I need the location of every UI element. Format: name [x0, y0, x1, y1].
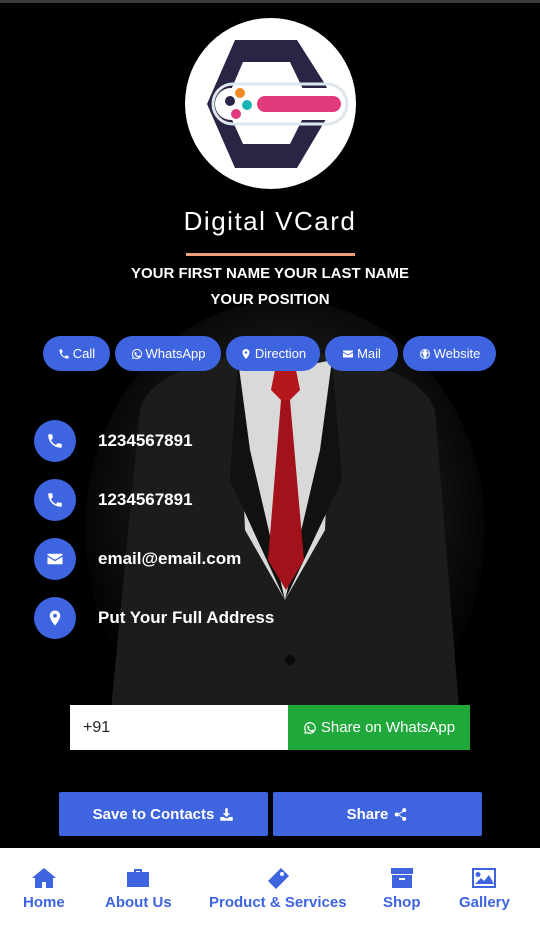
- map-marker-icon: [34, 597, 76, 639]
- mail-label: Mail: [357, 346, 381, 361]
- envelope-icon: [34, 538, 76, 580]
- direction-button[interactable]: Direction: [226, 336, 320, 371]
- nav-gallery-label: Gallery: [459, 894, 510, 911]
- share-on-whatsapp-label: Share on WhatsApp: [320, 719, 456, 736]
- bottom-navigation: Home About Us Product & Services Shop Ga…: [0, 848, 540, 931]
- phone-icon: [59, 349, 69, 358]
- contact-phone-2[interactable]: 1234567891: [34, 479, 193, 521]
- nav-product-services-label: Product & Services: [209, 894, 347, 911]
- website-label: Website: [433, 346, 481, 361]
- nav-home-label: Home: [23, 894, 65, 911]
- save-to-contacts-label: Save to Contacts: [92, 805, 215, 823]
- save-to-contacts-button[interactable]: Save to Contacts: [59, 792, 268, 836]
- contact-email-text: email@email.com: [98, 549, 242, 568]
- nav-about-us-label: About Us: [105, 894, 172, 911]
- mail-button[interactable]: Mail: [325, 336, 398, 371]
- contact-address-text: Put Your Full Address: [98, 608, 275, 627]
- logo: [185, 18, 356, 189]
- nav-gallery[interactable]: Gallery: [459, 866, 510, 911]
- share-alt-icon: [395, 807, 407, 821]
- envelope-icon: [343, 350, 354, 357]
- profile-position: YOUR POSITION: [210, 291, 330, 308]
- whatsapp-icon: [131, 348, 142, 359]
- whatsapp-button[interactable]: WhatsApp: [115, 336, 221, 371]
- direction-label: Direction: [254, 346, 307, 361]
- briefcase-icon: [127, 869, 150, 887]
- contact-phone-1-text: 1234567891: [98, 431, 193, 450]
- phone-icon: [34, 479, 76, 521]
- contact-email[interactable]: email@email.com: [34, 538, 241, 580]
- archive-icon: [390, 868, 413, 888]
- whatsapp-share-form: Share on WhatsApp: [70, 705, 470, 750]
- globe-icon: [419, 348, 430, 359]
- nav-home[interactable]: Home: [23, 866, 65, 911]
- nav-about-us[interactable]: About Us: [105, 866, 172, 911]
- share-on-whatsapp-button[interactable]: Share on WhatsApp: [288, 705, 470, 750]
- action-buttons: Call WhatsApp Direction Mail Website: [43, 336, 496, 372]
- phone-number-input[interactable]: [70, 705, 288, 750]
- nav-shop-label: Shop: [383, 894, 421, 911]
- share-button[interactable]: Share: [273, 792, 482, 836]
- nav-product-services[interactable]: Product & Services: [209, 866, 347, 911]
- contact-address[interactable]: Put Your Full Address: [34, 597, 274, 639]
- share-label: Share: [346, 805, 389, 823]
- brand-title: Digital VCard: [183, 206, 357, 236]
- call-button[interactable]: Call: [43, 336, 110, 371]
- nav-shop[interactable]: Shop: [383, 866, 421, 911]
- map-marker-icon: [242, 348, 250, 359]
- tag-icon: [267, 868, 289, 889]
- contact-buttons: Save to Contacts Share: [59, 792, 482, 836]
- brand-underline: [186, 253, 355, 256]
- phone-icon: [34, 420, 76, 462]
- profile-name: YOUR FIRST NAME YOUR LAST NAME: [130, 265, 410, 282]
- website-button[interactable]: Website: [403, 336, 496, 371]
- contact-phone-2-text: 1234567891: [98, 490, 193, 509]
- call-label: Call: [72, 346, 96, 361]
- contact-phone-1[interactable]: 1234567891: [34, 420, 193, 462]
- logo-mark-icon: [207, 40, 349, 168]
- whatsapp-icon: [304, 721, 316, 734]
- whatsapp-label: WhatsApp: [145, 346, 206, 361]
- download-icon: [220, 807, 234, 821]
- home-icon: [31, 868, 56, 888]
- top-border: [0, 0, 540, 3]
- image-icon: [472, 868, 497, 888]
